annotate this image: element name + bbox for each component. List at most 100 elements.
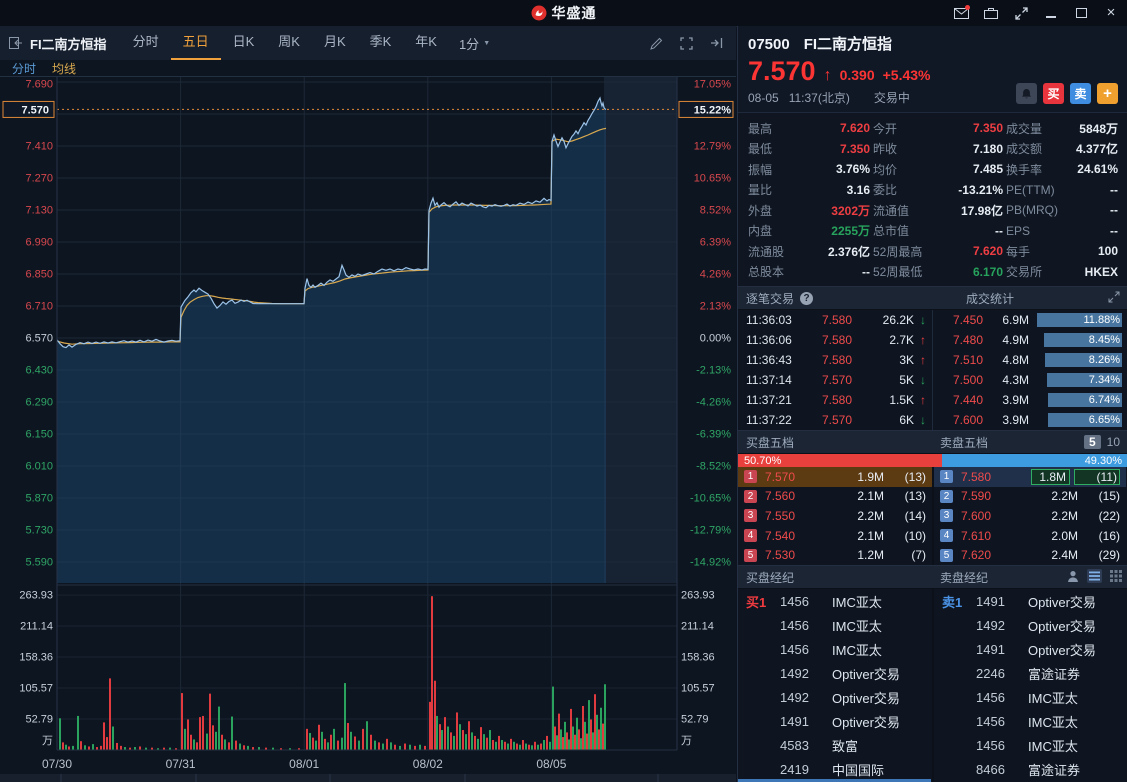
expand-icon[interactable]: [1108, 291, 1120, 303]
add-watchlist-button[interactable]: +: [1097, 83, 1118, 104]
svg-text:6.850: 6.850: [25, 269, 53, 281]
minimize-button[interactable]: [1043, 5, 1059, 21]
svg-text:5.730: 5.730: [25, 524, 53, 536]
ask-level-row[interactable]: 2 7.590 2.2M (15): [934, 487, 1126, 507]
ask-level-row[interactable]: 1 7.580 1.8M (11): [934, 467, 1126, 487]
ask-levels: 1 7.580 1.8M (11) 2 7.590 2.2M (15) 3 7.600 2.2M (2…: [932, 467, 1126, 565]
fullscreen-icon[interactable]: [678, 35, 694, 51]
tab-周K[interactable]: 周K: [266, 26, 312, 60]
ask-level-row[interactable]: 3 7.600 2.2M (22): [934, 506, 1126, 526]
stat-value: --: [862, 264, 870, 279]
five-day-chart-canvas[interactable]: 7.690 17.05% 7.410 12.79% 7.270 10.65% 7.130 8.…: [0, 76, 736, 782]
ask-level-row[interactable]: 4 7.610 2.0M (16): [934, 526, 1126, 546]
sell-button[interactable]: 卖: [1070, 83, 1091, 104]
svg-text:6.570: 6.570: [25, 333, 53, 345]
stat-value: 3.16: [846, 182, 870, 197]
stat-item: 最低 7.350: [748, 139, 870, 160]
broker-name: Optiver交易: [832, 666, 900, 682]
svg-text:10.65%: 10.65%: [694, 173, 732, 185]
price-alert-button[interactable]: [1016, 83, 1037, 104]
ask-level-badge: 3: [940, 509, 953, 523]
tick-trade-list: 11:36:03 7.580 26.2K ↓ 11:36:06 7.580 2.7K ↑ 11:…: [738, 310, 932, 430]
ask-level-badge: 2: [940, 489, 953, 503]
bid-level-row[interactable]: 4 7.540 2.1M (10): [738, 526, 932, 546]
broker-holder-icon[interactable]: [1067, 570, 1079, 583]
bid-level-row[interactable]: 2 7.560 2.1M (13): [738, 487, 932, 507]
stat-percent: 7.34%: [1088, 374, 1120, 386]
minute-period-dropdown[interactable]: 1分 ▼: [459, 34, 490, 53]
ask-depth-title: 卖盘五档: [940, 435, 989, 450]
stat-label: 交易所: [1006, 265, 1043, 280]
stat-label: 流通股: [748, 244, 785, 259]
close-button[interactable]: ×: [1103, 5, 1119, 21]
bid-level-row[interactable]: 1 7.570 1.9M (13): [738, 467, 932, 487]
tab-分时[interactable]: 分时: [121, 26, 171, 60]
broker-grid-view-icon[interactable]: [1110, 570, 1122, 582]
ask-ratio: 49.30%: [941, 454, 1127, 467]
stat-volume: 4.3M: [1002, 373, 1029, 387]
broker-list-view-icon[interactable]: [1087, 569, 1102, 583]
legend-均线[interactable]: 均线: [52, 60, 76, 77]
tab-月K[interactable]: 月K: [312, 26, 358, 60]
quote-header: 07500 FI二南方恒指 7.570 ↑ 0.390 +5.43% 08-05…: [738, 26, 1127, 112]
volume-stats-title: 成交统计: [966, 291, 1015, 306]
broker-name: 富途证券: [1028, 762, 1081, 778]
svg-text:5.870: 5.870: [25, 492, 53, 504]
stat-item: 振幅 3.76%: [748, 159, 870, 180]
period-tabs: 分时 五日 日K 周K 月K 季K 年K: [121, 26, 449, 60]
stat-item: 内盘 2255万: [748, 221, 870, 242]
ask-order-count: (16): [1098, 528, 1120, 543]
stat-item: 昨收 7.180: [873, 139, 1003, 160]
briefcase-icon[interactable]: [983, 5, 999, 21]
svg-text:-12.79%: -12.79%: [690, 524, 731, 536]
legend-分时[interactable]: 分时: [12, 60, 36, 77]
stat-item: 总股本 --: [748, 262, 870, 283]
stat-value: 4.377亿: [1075, 142, 1118, 157]
draw-pencil-icon[interactable]: [648, 35, 664, 51]
ask-broker-row: 2246 富途证券: [934, 661, 1126, 685]
svg-text:211.14: 211.14: [681, 621, 714, 633]
tab-五日[interactable]: 五日: [170, 26, 221, 60]
tab-日K[interactable]: 日K: [221, 26, 267, 60]
bid-level-row[interactable]: 3 7.550 2.2M (14): [738, 506, 932, 526]
stat-percent: 6.65%: [1088, 414, 1120, 426]
trade-volume: 5K: [899, 373, 914, 387]
broker-name: IMC亚太: [832, 642, 882, 658]
chevron-down-icon: ▼: [483, 39, 491, 47]
trade-time: 11:37:22: [746, 413, 792, 427]
stat-item: 量比 3.16: [748, 180, 870, 201]
stock-name: FI二南方恒指: [803, 36, 893, 53]
screen-cast-icon[interactable]: [1013, 5, 1029, 21]
ask-broker-row: 卖1 1491 Optiver交易: [934, 589, 1126, 613]
svg-text:-2.13%: -2.13%: [696, 364, 731, 376]
volume-stat-row: 7.440 3.9M 6.74%: [933, 390, 1127, 410]
broker-name: 中国国际: [832, 762, 885, 778]
depth-level-5-toggle[interactable]: 5: [1083, 435, 1101, 449]
ask-broker-list: 卖1 1491 Optiver交易 1492 Optiver交易 1491 Optiver交…: [932, 589, 1126, 782]
arrow-up-icon: ↑: [920, 393, 926, 407]
bid-level-row[interactable]: 5 7.530 1.2M (7): [738, 545, 932, 565]
ask-order-count: (11): [1074, 468, 1120, 485]
depth-level-10-toggle[interactable]: 10: [1107, 435, 1120, 449]
bid-broker-row: 2419 中国国际: [738, 757, 932, 781]
pop-out-icon[interactable]: [8, 35, 24, 51]
stat-value: 7.485: [972, 162, 1003, 177]
tab-年K[interactable]: 年K: [403, 26, 449, 60]
bid-ask-ratio-bar: 50.70% 49.30%: [738, 454, 1127, 467]
bid-level-badge: 4: [744, 529, 757, 543]
ask-order-count: (15): [1098, 489, 1120, 504]
tick-trade-row: 11:36:06 7.580 2.7K ↑: [738, 330, 932, 350]
maximize-button[interactable]: [1073, 5, 1089, 21]
tab-季K[interactable]: 季K: [358, 26, 404, 60]
collapse-panel-icon[interactable]: [708, 35, 724, 51]
date-label: 08/02: [413, 757, 443, 771]
mail-icon[interactable]: [953, 5, 970, 21]
help-icon[interactable]: ?: [800, 291, 814, 305]
broker-name: IMC亚太: [1028, 714, 1078, 730]
stat-item: 总市值 --: [873, 221, 1003, 242]
ask-volume: 2.0M: [1051, 528, 1078, 543]
ask-tag: 卖1: [942, 594, 963, 610]
ask-level-row[interactable]: 5 7.620 2.4M (29): [934, 545, 1126, 565]
bell-icon: [1022, 88, 1031, 98]
buy-button[interactable]: 买: [1043, 83, 1064, 104]
